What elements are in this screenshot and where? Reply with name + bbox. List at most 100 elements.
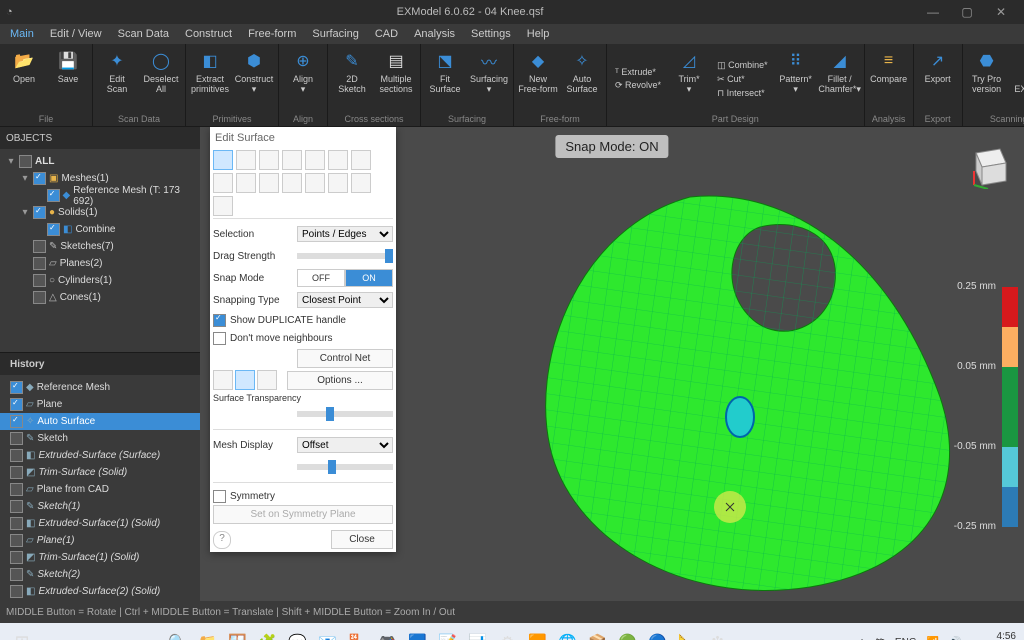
ribbon-save[interactable]: 💾Save <box>46 46 90 112</box>
tree-row[interactable]: ○ Cylinders(1) <box>0 272 200 289</box>
help-icon[interactable]: ? <box>213 531 231 549</box>
taskbar-app-icon[interactable]: 🏪 <box>345 629 371 640</box>
tray-chevron-icon[interactable]: ˄ <box>859 637 865 640</box>
menu-main[interactable]: Main <box>10 28 34 40</box>
drag-slider[interactable] <box>297 253 393 259</box>
tool-icon[interactable] <box>282 173 302 193</box>
set-symmetry-button[interactable]: Set on Symmetry Plane <box>213 505 393 524</box>
ribbon-align[interactable]: ⊕Align▾ <box>281 46 325 112</box>
ribbon-fillet[interactable]: ◢Fillet /Chamfer*▾ <box>818 46 862 112</box>
taskbar-app-icon[interactable]: 📝 <box>435 629 461 640</box>
taskbar-app-icon[interactable]: 📊 <box>465 629 491 640</box>
tool-icon[interactable] <box>236 150 256 170</box>
taskbar-app-icon[interactable]: 🟧 <box>525 629 551 640</box>
history-tree[interactable]: ◆ Reference Mesh ▱ Plane ✧ Auto Surface … <box>0 375 200 601</box>
menu-analysis[interactable]: Analysis <box>414 28 455 40</box>
view-mode-icon[interactable] <box>257 370 277 390</box>
history-row[interactable]: ◆ Reference Mesh <box>0 379 200 396</box>
windows-taskbar[interactable]: ⊞ 🔍📁🪟🧩💬📧🏪🎮🟦📝📊⚙🟧🌐📦🟢🔵📐❇ ˄ 简 ENG 📶 🔊 4:5620… <box>0 623 1024 640</box>
mesh-offset-slider[interactable] <box>297 464 393 470</box>
menu-free-form[interactable]: Free-form <box>248 28 296 40</box>
tree-row[interactable]: ▾ ● Solids(1) <box>0 204 200 221</box>
taskbar-app-icon[interactable]: 🧩 <box>255 629 281 640</box>
menu-settings[interactable]: Settings <box>471 28 511 40</box>
taskbar-app-icon[interactable]: 🔵 <box>645 629 671 640</box>
taskbar-app-icon[interactable]: 📁 <box>195 629 221 640</box>
taskbar-app-icon[interactable]: 🪟 <box>225 629 251 640</box>
tool-icon[interactable] <box>259 173 279 193</box>
tool-icon[interactable] <box>236 173 256 193</box>
menu-surfacing[interactable]: Surfacing <box>312 28 358 40</box>
orientation-cube[interactable] <box>966 145 1010 189</box>
history-row[interactable]: ◧ Extruded-Surface(2) (Solid) <box>0 583 200 600</box>
history-row[interactable]: ▱ Plane from CAD <box>0 481 200 498</box>
tool-icon[interactable] <box>213 196 233 216</box>
minimize-button[interactable]: — <box>916 5 950 19</box>
ribbon-edit-scan[interactable]: ✦EditScan <box>95 46 139 112</box>
ribbon-2d-sketch[interactable]: ✎2DSketch <box>330 46 374 112</box>
history-row[interactable]: ▱ Plane <box>0 396 200 413</box>
history-row[interactable]: ◩ Trim-Surface (Solid) <box>0 464 200 481</box>
close-button[interactable]: ✕ <box>984 5 1018 19</box>
tree-row[interactable]: ▱ Planes(2) <box>0 255 200 272</box>
tool-icon[interactable] <box>351 173 371 193</box>
menu-help[interactable]: Help <box>527 28 550 40</box>
history-row[interactable]: ✎ Sketch <box>0 430 200 447</box>
ribbon-pattern[interactable]: ⠿Pattern*▾ <box>774 46 818 112</box>
tray-lang-code[interactable]: ENG <box>895 637 917 640</box>
ribbon-auto-surface[interactable]: ✧AutoSurface <box>560 46 604 112</box>
ribbon-export[interactable]: ↗Export <box>916 46 960 112</box>
model-mesh[interactable] <box>430 167 990 601</box>
history-row[interactable]: ✎ Sketch(1) <box>0 498 200 515</box>
history-row[interactable]: ◩ Trim-Surface(1) (Solid) <box>0 549 200 566</box>
menu-cad[interactable]: CAD <box>375 28 398 40</box>
menu-edit-view[interactable]: Edit / View <box>50 28 102 40</box>
show-duplicate-checkbox[interactable]: Show DUPLICATE handle <box>213 311 393 329</box>
tool-icon[interactable] <box>213 173 233 193</box>
ribbon-mini[interactable]: ✂ Cut* <box>717 74 768 85</box>
tree-row[interactable]: ◧ Combine <box>0 221 200 238</box>
ribbon-trim[interactable]: ◿Trim*▾ <box>667 46 711 112</box>
ribbon-extract-primitives[interactable]: ◧Extractprimitives <box>188 46 232 112</box>
ribbon-mini[interactable]: ⟳ Revolve* <box>615 80 661 91</box>
ribbon-mini[interactable]: ◫ Combine* <box>717 60 768 71</box>
view-mode-icon[interactable] <box>235 370 255 390</box>
tray-lang[interactable]: 简 <box>875 635 885 640</box>
taskbar-app-icon[interactable]: 🔍 <box>165 629 191 640</box>
viewport-3d[interactable]: Snap Mode: ON Edit Surface SelectionPoin… <box>200 127 1024 601</box>
tool-icon[interactable] <box>213 150 233 170</box>
tool-icon[interactable] <box>259 150 279 170</box>
taskbar-app-icon[interactable]: 🟢 <box>615 629 641 640</box>
ribbon-to-exscan[interactable]: ⬢To EXScanHX <box>1009 46 1024 112</box>
taskbar-app-icon[interactable]: 🟦 <box>405 629 431 640</box>
ribbon-mini[interactable]: ⊓ Intersect* <box>717 88 768 99</box>
ribbon-compare[interactable]: ≡Compare <box>867 46 911 112</box>
taskbar-app-icon[interactable]: 🌐 <box>555 629 581 640</box>
taskbar-app-icon[interactable]: 📐 <box>675 629 701 640</box>
menu-scan-data[interactable]: Scan Data <box>118 28 169 40</box>
tree-row[interactable]: △ Cones(1) <box>0 289 200 306</box>
control-net-button[interactable]: Control Net <box>297 349 393 368</box>
taskbar-app-icon[interactable]: ❇ <box>705 629 731 640</box>
system-tray[interactable]: ˄ 简 ENG 📶 🔊 4:562024/5/23 <box>859 631 1016 640</box>
history-row[interactable]: ◧ Extruded-Surface (Surface) <box>0 447 200 464</box>
view-mode-icon[interactable] <box>213 370 233 390</box>
maximize-button[interactable]: ▢ <box>950 5 984 19</box>
dont-move-checkbox[interactable]: Don't move neighbours <box>213 329 393 347</box>
tool-icon[interactable] <box>305 150 325 170</box>
tray-time[interactable]: 4:56 <box>997 631 1016 640</box>
ribbon-construct[interactable]: ⬢Construct▾ <box>232 46 276 112</box>
taskbar-app-icon[interactable]: ⚙ <box>495 629 521 640</box>
ribbon-new-freeform[interactable]: ◆NewFree-form <box>516 46 560 112</box>
transparency-slider[interactable] <box>297 411 393 417</box>
snap-toggle[interactable]: OFFON <box>297 269 393 287</box>
taskbar-app-icon[interactable]: 📧 <box>315 629 341 640</box>
menu-construct[interactable]: Construct <box>185 28 232 40</box>
snaptype-select[interactable]: Closest Point <box>297 292 393 308</box>
ribbon-try-pro[interactable]: ⬣Try Proversion <box>965 46 1009 112</box>
history-row[interactable]: ✧ Auto Surface <box>0 413 200 430</box>
tool-icon[interactable] <box>328 150 348 170</box>
edit-tool-icons[interactable] <box>213 148 393 219</box>
selection-select[interactable]: Points / Edges <box>297 226 393 242</box>
tray-network-icon[interactable]: 📶 <box>927 637 939 640</box>
